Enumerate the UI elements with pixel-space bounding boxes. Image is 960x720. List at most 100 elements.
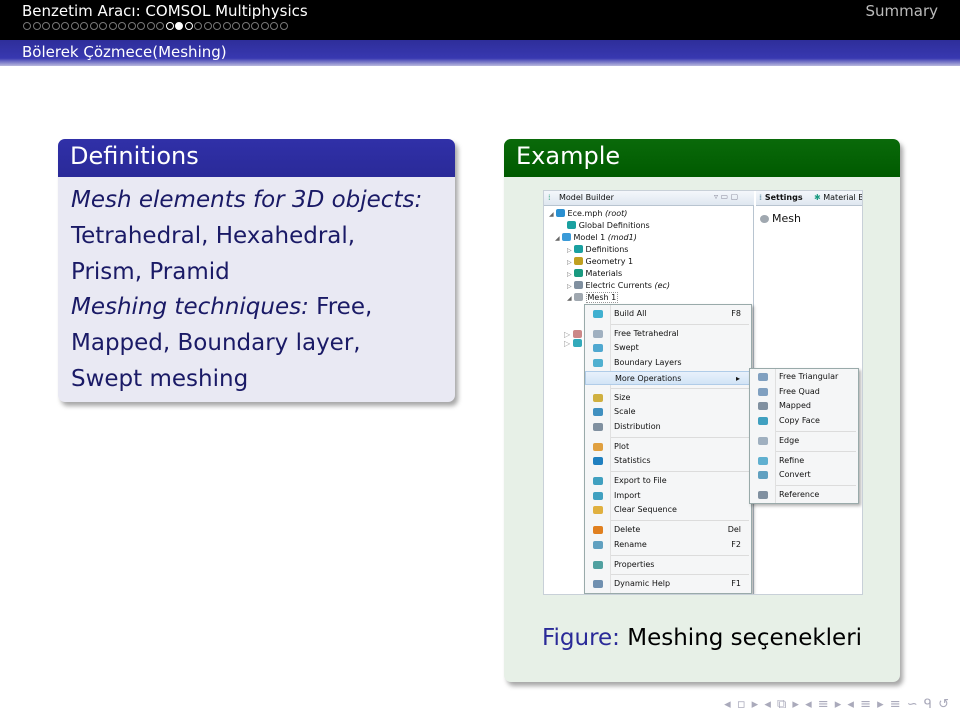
menu-item-free-quad[interactable]: Free Quad (750, 385, 858, 399)
more-operations-submenu: Free Triangular Free Quad Mapped Copy Face E… (749, 368, 859, 504)
slide-dot[interactable] (279, 22, 288, 30)
presentation-header: Benzetim Aracı: COMSOL Multiphysics Summ… (0, 0, 960, 40)
tree-node-icon (555, 209, 565, 217)
slide-dot[interactable] (70, 22, 79, 30)
slide-dot[interactable] (203, 22, 212, 30)
size-icon (593, 393, 603, 402)
slide-dot[interactable] (222, 22, 231, 30)
menu-item-free-tetrahedral[interactable]: Free Tetrahedral (585, 327, 751, 341)
slide-dot[interactable] (99, 22, 107, 30)
menu-item-label: More Operations (615, 373, 682, 383)
slide-dot[interactable] (80, 22, 88, 30)
slide-dot[interactable] (175, 22, 183, 30)
slide-dot[interactable] (251, 22, 259, 30)
menu-item-mapped[interactable]: Mapped (750, 399, 858, 413)
tree-expander-icon[interactable]: ◢ (567, 295, 574, 302)
slide-dot[interactable] (241, 22, 250, 30)
tree-expander-icon[interactable] (561, 223, 567, 230)
menu-item-dynamic-help[interactable]: Dynamic Help F1 (585, 577, 751, 591)
slide-dot[interactable] (146, 22, 155, 30)
menu-item-free-triangular[interactable]: Free Triangular (750, 370, 858, 384)
slide-dot[interactable] (23, 22, 31, 30)
slide-dot[interactable] (51, 22, 60, 30)
slide-dot[interactable] (127, 22, 136, 30)
beamer-navigation-symbols[interactable]: ◂ ▫ ▸ ◂ ⧉ ▸ ◂ ≡ ▸ ◂ ≡ ▸ ≡ ∽ ᑫ ↺ (724, 697, 950, 712)
tree-expander-icon[interactable]: ▷ (567, 247, 574, 254)
slide-dot[interactable] (232, 22, 240, 30)
slide-dot[interactable] (89, 22, 98, 30)
tree-node-icon (573, 245, 583, 253)
menu-item-boundary-layers[interactable]: Boundary Layers (585, 356, 751, 370)
tree-item[interactable]: ▷ Materials (567, 269, 622, 278)
menu-separator (611, 471, 749, 472)
menu-item-copy-face[interactable]: Copy Face (750, 414, 858, 428)
slide-dot[interactable] (42, 22, 50, 30)
menu-item-import[interactable]: Import (585, 489, 751, 503)
slide-dot[interactable] (184, 22, 193, 30)
menu-item-rename[interactable]: Rename F2 (585, 538, 751, 552)
menu-item-swept[interactable]: Swept (585, 341, 751, 355)
menu-item-properties[interactable]: Properties (585, 558, 751, 572)
tree-node-icon (573, 293, 583, 301)
summary-link[interactable]: Summary (866, 2, 939, 20)
tree-expander-icon[interactable]: ◢ (549, 211, 556, 218)
menu-item-build-all[interactable]: Build All F8 (585, 307, 751, 321)
presentation-title[interactable]: Benzetim Aracı: COMSOL Multiphysics (22, 2, 308, 20)
build-all-icon (593, 310, 603, 318)
slide-dot[interactable] (213, 22, 221, 30)
tree-expander-icon[interactable]: ▷ (567, 271, 574, 278)
slide-dot[interactable] (137, 22, 145, 30)
menu-item-label: Swept (614, 343, 639, 353)
tree-expander-icon[interactable]: ▷ (567, 283, 574, 290)
slide-dot[interactable] (32, 22, 41, 30)
menu-item-more-operations[interactable]: More Operations ▸ (585, 370, 751, 385)
menu-item-distribution[interactable]: Distribution (585, 420, 751, 434)
tree-expander-icon[interactable]: ◢ (555, 235, 562, 242)
slide-dot[interactable] (108, 22, 117, 30)
menu-item-plot[interactable]: Plot (585, 440, 751, 454)
tree-item[interactable]: ▷ Electric Currents (ec) (567, 281, 670, 290)
delete-icon (593, 526, 603, 535)
menu-item-clear-sequence[interactable]: Clear Sequence (585, 503, 751, 517)
slide-dot[interactable] (118, 22, 126, 30)
menu-separator (776, 450, 856, 452)
example-title: Example (504, 139, 900, 177)
menu-item-statistics[interactable]: Statistics (585, 454, 751, 468)
menu-item-convert[interactable]: Convert (750, 468, 858, 482)
tree-item[interactable]: ◢ Ece.mph (root) (549, 209, 627, 218)
tree-item[interactable]: ▷ Definitions (567, 245, 628, 254)
menu-item-refine[interactable]: Refine (750, 454, 858, 468)
tree-item[interactable]: Global Definitions (561, 221, 650, 230)
tree-node-icon (561, 233, 571, 241)
slide-dot[interactable] (61, 22, 69, 30)
menu-item-label: Size (614, 392, 631, 402)
mapped-icon (758, 402, 768, 411)
tree-expander-icon[interactable]: ▷ (567, 259, 574, 266)
clear-sequence-icon (593, 506, 603, 515)
definitions-line: Meshing techniques: Free, (71, 290, 455, 326)
menu-item-reference[interactable]: Reference (750, 488, 858, 502)
menu-item-delete[interactable]: Delete Del (585, 523, 751, 537)
tree-item[interactable]: ◢ Mesh 1 (567, 292, 619, 303)
menu-item-size[interactable]: Size (585, 391, 751, 405)
menu-item-export-to-file[interactable]: Export to File (585, 474, 751, 488)
slide-dot[interactable] (194, 22, 202, 30)
export-to-file-icon (593, 477, 603, 485)
slide-dot[interactable] (165, 22, 174, 30)
tree-node-icon (566, 221, 576, 229)
tree-item[interactable]: ◢ Model 1 (mod1) (555, 233, 637, 242)
slide-dot[interactable] (156, 22, 164, 30)
slide-navigation-dots[interactable] (23, 22, 288, 30)
tree-item-label: Geometry 1 (585, 257, 634, 266)
menu-item-label: Copy Face (779, 416, 820, 426)
menu-item-scale[interactable]: Scale (585, 405, 751, 419)
distribution-icon (593, 422, 603, 431)
material-browser-tab: ✱ Material Br (814, 193, 863, 202)
slide-dot[interactable] (270, 22, 278, 30)
menu-item-label: Dynamic Help (614, 579, 671, 589)
menu-item-label: Clear Sequence (614, 505, 677, 515)
definitions-title: Definitions (58, 139, 455, 177)
menu-item-edge[interactable]: Edge (750, 434, 858, 448)
tree-item[interactable]: ▷ Geometry 1 (567, 257, 633, 266)
slide-dot[interactable] (260, 22, 269, 30)
